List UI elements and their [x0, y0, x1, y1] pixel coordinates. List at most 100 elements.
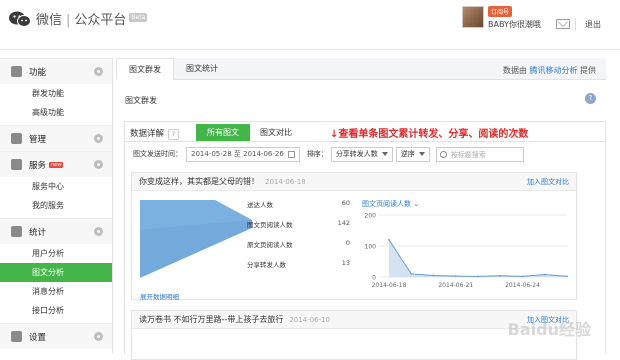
- gear-icon[interactable]: [94, 67, 103, 76]
- expand-details-link[interactable]: 展开数据明细: [140, 291, 179, 301]
- divider: [575, 18, 576, 31]
- watermark: Baidu经验: [507, 320, 591, 339]
- sidebar-group-label: 管理: [29, 134, 47, 145]
- sidebar-item-api-analysis[interactable]: 接口分析: [0, 301, 112, 320]
- mail-icon[interactable]: [556, 19, 570, 29]
- sidebar-group-label: 功能: [29, 67, 47, 78]
- x-tick-label: 2014-06-24: [505, 282, 540, 289]
- top-tabs: 图文群发 图文统计 数据由 腾讯移动分析 提供: [116, 58, 606, 80]
- sidebar-group-label: 设置: [29, 332, 47, 343]
- funnel-label: 送达人数: [247, 201, 273, 209]
- beta-badge: Beta: [129, 13, 148, 22]
- logout-link[interactable]: 退出: [585, 19, 601, 30]
- username[interactable]: BABY你很潮哦: [488, 19, 541, 30]
- series-line: [388, 239, 568, 277]
- article-date: 2014-06-18: [265, 177, 306, 186]
- sidebar-item-broadcast[interactable]: 群发功能: [0, 84, 112, 103]
- provider-link[interactable]: 腾讯移动分析: [529, 66, 577, 75]
- panel-help-icon[interactable]: ?: [168, 129, 180, 140]
- avatar[interactable]: [462, 6, 484, 28]
- main-content: 图文群发 图文统计 数据由 腾讯移动分析 提供 图文群发 ? 数据详解? 所有图…: [116, 58, 606, 360]
- article-card: 你变成这样，其实都是父母的错！ 2014-06-18 加入图文对比 展开数据明细…: [131, 172, 577, 301]
- gear-icon[interactable]: [94, 332, 103, 341]
- sidebar-item-service-center[interactable]: 服务中心: [0, 177, 112, 196]
- chevron-down-icon: [381, 152, 388, 156]
- add-compare-link[interactable]: 加入图文对比: [527, 177, 569, 187]
- data-point: [566, 275, 568, 278]
- gear-icon[interactable]: [94, 160, 103, 169]
- article-title[interactable]: 你变成这样，其实都是父母的错！: [139, 176, 259, 187]
- x-tick-label: 2014-06-18: [372, 282, 407, 289]
- funnel-label: 原文页阅读人数: [247, 241, 293, 249]
- provider-prefix: 数据由: [502, 66, 527, 75]
- sort-select[interactable]: 分享转发人数: [330, 146, 393, 162]
- date-range-picker[interactable]: 2014-05-28 至 2014-06-26: [186, 146, 300, 162]
- trend-chart: 200 100 02014-06-18 2014-06-21 2014-06-24: [365, 213, 568, 289]
- sort-value: 分享转发人数: [335, 150, 378, 158]
- metric-select[interactable]: 图文页阅读人数 ⌄: [362, 199, 419, 209]
- sidebar-item-message-analysis[interactable]: 消息分析: [0, 282, 112, 301]
- sidebar-group-label: 统计: [29, 227, 47, 238]
- data-point: [454, 275, 457, 277]
- funnel-value: 142: [337, 219, 350, 227]
- sidebar-item-user-analysis[interactable]: 用户分析: [0, 244, 112, 263]
- data-detail-panel: 数据详解? 所有图文 图文对比 ↓查看单条图文累计转发、分享、阅读的次数 图文发…: [124, 121, 606, 360]
- product-name: 公众平台: [74, 13, 127, 28]
- sidebar-item-my-service[interactable]: 我的服务: [0, 196, 112, 215]
- panel-tabs: 数据详解? 所有图文 图文对比 ↓查看单条图文累计转发、分享、阅读的次数: [125, 122, 605, 142]
- data-point: [521, 275, 524, 278]
- data-point: [432, 274, 435, 277]
- chevron-down-icon: [418, 152, 425, 156]
- funnel-value: 60: [341, 199, 350, 207]
- y-tick-label: 0: [372, 275, 376, 282]
- stats-icon: [11, 226, 22, 237]
- help-icon[interactable]: ?: [585, 93, 596, 104]
- data-point: [543, 273, 546, 276]
- funnel-chart: [140, 200, 252, 278]
- gear-icon[interactable]: [94, 134, 103, 143]
- search-placeholder: 按标题搜索: [450, 150, 486, 159]
- date-label: 图文发送时间：: [133, 150, 182, 158]
- gear-icon[interactable]: [94, 227, 103, 236]
- funnel-value: 13: [341, 259, 350, 267]
- tab-article-stats[interactable]: 图文统计: [174, 58, 230, 80]
- sidebar-item-article-analysis[interactable]: 图文分析: [0, 263, 112, 282]
- settings-icon: [11, 331, 22, 342]
- calendar-icon: [287, 150, 295, 158]
- article-header: 你变成这样，其实都是父母的错！ 2014-06-18 加入图文对比: [132, 173, 576, 191]
- new-badge: new: [49, 161, 64, 168]
- data-point: [388, 238, 390, 241]
- logo[interactable]: 微信 | 公众平台 Beta: [8, 9, 148, 28]
- user-info[interactable]: 订阅号 BABY你很潮哦: [462, 6, 541, 30]
- date-range-value: 2014-05-28 至 2014-06-26: [191, 150, 284, 158]
- metric-select-value: 图文页阅读人数: [362, 200, 411, 208]
- funnel-row: 送达人数 60: [247, 199, 350, 209]
- y-tick-label: 100: [365, 244, 377, 251]
- panel-title: 数据详解?: [130, 127, 180, 140]
- sidebar-group-stats[interactable]: 统计: [0, 218, 112, 244]
- sidebar-item-advanced[interactable]: 高级功能: [0, 103, 112, 122]
- tab-article-broadcast[interactable]: 图文群发: [116, 58, 174, 80]
- sidebar-group-settings[interactable]: 设置: [0, 323, 112, 349]
- data-provider: 数据由 腾讯移动分析 提供: [503, 65, 596, 76]
- section-title: 图文群发: [125, 96, 157, 105]
- brand-name: 微信: [36, 13, 63, 28]
- sidebar-group-manage[interactable]: 管理: [0, 125, 112, 151]
- funnel-row: 图文页阅读人数 142: [247, 219, 350, 229]
- article-title[interactable]: 读万卷书 不如行万里路--带上孩子去旅行: [139, 314, 283, 325]
- sidebar-group-service[interactable]: 服务 new: [0, 151, 112, 177]
- funnel-label: 分享转发人数: [247, 261, 286, 269]
- search-input[interactable]: 按标题搜索: [435, 146, 524, 162]
- order-select[interactable]: 逆序: [395, 146, 430, 162]
- data-point: [410, 273, 413, 275]
- account-type-badge: 订阅号: [488, 6, 513, 17]
- manage-icon: [11, 133, 22, 144]
- y-tick-label: 200: [365, 213, 377, 220]
- funnel-row: 原文页阅读人数 0: [247, 239, 350, 249]
- tab-all-articles[interactable]: 所有图文: [196, 124, 250, 141]
- order-value: 逆序: [400, 150, 415, 158]
- funnel-row: 分享转发人数 13: [247, 259, 350, 269]
- sidebar-group-function[interactable]: 功能: [0, 58, 112, 84]
- provider-suffix: 提供: [580, 66, 596, 75]
- tab-article-compare[interactable]: 图文对比: [249, 124, 303, 141]
